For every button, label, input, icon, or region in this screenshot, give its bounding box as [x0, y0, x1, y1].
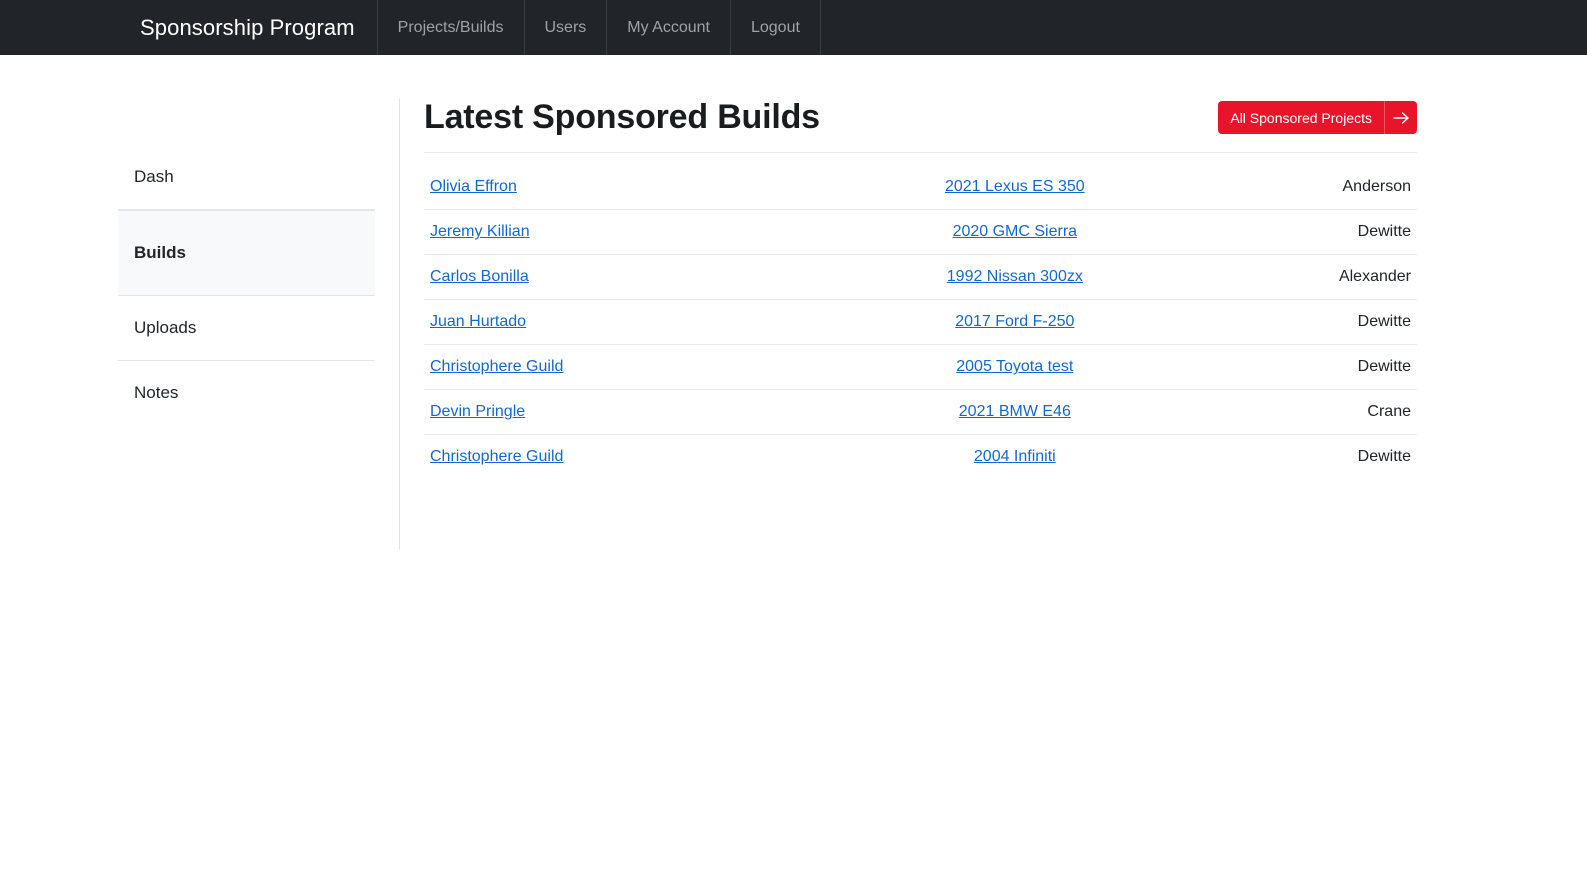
- sponsor-link[interactable]: Devin Pringle: [430, 403, 525, 420]
- cell-sponsor: Juan Hurtado: [424, 299, 842, 346]
- nav-item-users[interactable]: Users: [525, 0, 608, 55]
- table-row: Jeremy Killian 2020 GMC Sierra Dewitte: [424, 209, 1417, 256]
- cell-build: 2021 BMW E46: [841, 389, 1189, 436]
- navbar-brand[interactable]: Sponsorship Program: [118, 0, 378, 55]
- all-sponsored-projects-label: All Sponsored Projects: [1218, 101, 1385, 135]
- build-link[interactable]: 2020 GMC Sierra: [953, 223, 1078, 240]
- build-link[interactable]: 2005 Toyota test: [956, 358, 1073, 375]
- cell-owner: Dewitte: [1188, 299, 1417, 346]
- cell-owner: Crane: [1188, 389, 1417, 436]
- build-link[interactable]: 2004 Infiniti: [974, 448, 1056, 465]
- sidebar: Dash Builds Uploads Notes: [118, 99, 400, 549]
- cell-build: 2004 Infiniti: [841, 435, 1189, 480]
- table-row: Christophere Guild 2005 Toyota test Dewi…: [424, 344, 1417, 391]
- nav-item-my-account[interactable]: My Account: [607, 0, 731, 55]
- top-navbar: Sponsorship Program Projects/Builds User…: [0, 0, 1587, 55]
- arrow-right-icon: [1385, 101, 1417, 134]
- page-title: Latest Sponsored Builds: [424, 98, 820, 136]
- latest-sponsored-builds-table: Olivia Effron 2021 Lexus ES 350 Anderson…: [424, 165, 1417, 479]
- sponsor-link[interactable]: Jeremy Killian: [430, 223, 530, 240]
- sponsor-link[interactable]: Olivia Effron: [430, 178, 517, 195]
- build-link[interactable]: 2021 BMW E46: [959, 403, 1071, 420]
- sidebar-item-uploads[interactable]: Uploads: [118, 296, 375, 361]
- cell-build: 2021 Lexus ES 350: [841, 165, 1189, 211]
- sidebar-item-dash[interactable]: Dash: [118, 145, 375, 210]
- table-body: Olivia Effron 2021 Lexus ES 350 Anderson…: [424, 165, 1417, 479]
- sidebar-item-notes[interactable]: Notes: [118, 361, 375, 425]
- sidebar-item-builds[interactable]: Builds: [118, 210, 375, 296]
- cell-sponsor: Christophere Guild: [424, 435, 841, 480]
- sponsor-link[interactable]: Juan Hurtado: [430, 313, 526, 330]
- sidebar-nav: Dash Builds Uploads Notes: [118, 145, 375, 425]
- table-row: Christophere Guild 2004 Infiniti Dewitte: [424, 435, 1417, 480]
- cell-build: 2020 GMC Sierra: [841, 209, 1189, 256]
- cell-owner: Dewitte: [1357, 448, 1411, 466]
- all-sponsored-projects-button[interactable]: All Sponsored Projects: [1218, 101, 1417, 135]
- cell-owner: Alexander: [1188, 254, 1417, 301]
- sponsor-link[interactable]: Christophere Guild: [430, 358, 563, 375]
- main-header: Latest Sponsored Builds All Sponsored Pr…: [424, 98, 1417, 154]
- nav-item-projects-builds[interactable]: Projects/Builds: [378, 0, 525, 55]
- cell-sponsor: Carlos Bonilla: [424, 254, 842, 301]
- table-row: Carlos Bonilla 1992 Nissan 300zx Alexand…: [424, 254, 1417, 301]
- build-link[interactable]: 1992 Nissan 300zx: [947, 268, 1083, 285]
- cell-sponsor: Olivia Effron: [424, 165, 842, 211]
- cell-sponsor: Devin Pringle: [424, 389, 842, 436]
- sponsor-link[interactable]: Carlos Bonilla: [430, 268, 529, 285]
- cell-owner: Dewitte: [1188, 344, 1417, 391]
- cell-build: 2005 Toyota test: [841, 344, 1189, 391]
- table-row: Devin Pringle 2021 BMW E46 Crane: [424, 389, 1417, 436]
- cell-build: 1992 Nissan 300zx: [841, 254, 1189, 301]
- cell-build: 2017 Ford F-250: [841, 299, 1189, 346]
- cell-sponsor: Jeremy Killian: [424, 209, 842, 256]
- nav-item-logout[interactable]: Logout: [731, 0, 821, 55]
- sponsor-link[interactable]: Christophere Guild: [430, 448, 563, 465]
- main-content: Latest Sponsored Builds All Sponsored Pr…: [400, 98, 1587, 549]
- navbar-links: Projects/Builds Users My Account Logout: [378, 0, 821, 55]
- build-link[interactable]: 2021 Lexus ES 350: [945, 178, 1085, 195]
- page-body: Dash Builds Uploads Notes Latest Sponsor…: [0, 55, 1587, 549]
- cell-sponsor: Christophere Guild: [424, 344, 842, 391]
- table-row: Juan Hurtado 2017 Ford F-250 Dewitte: [424, 299, 1417, 346]
- cell-owner: Anderson: [1188, 165, 1417, 211]
- cell-owner: Dewitte: [1188, 209, 1417, 256]
- table-row: Olivia Effron 2021 Lexus ES 350 Anderson: [424, 165, 1417, 211]
- build-link[interactable]: 2017 Ford F-250: [955, 313, 1074, 330]
